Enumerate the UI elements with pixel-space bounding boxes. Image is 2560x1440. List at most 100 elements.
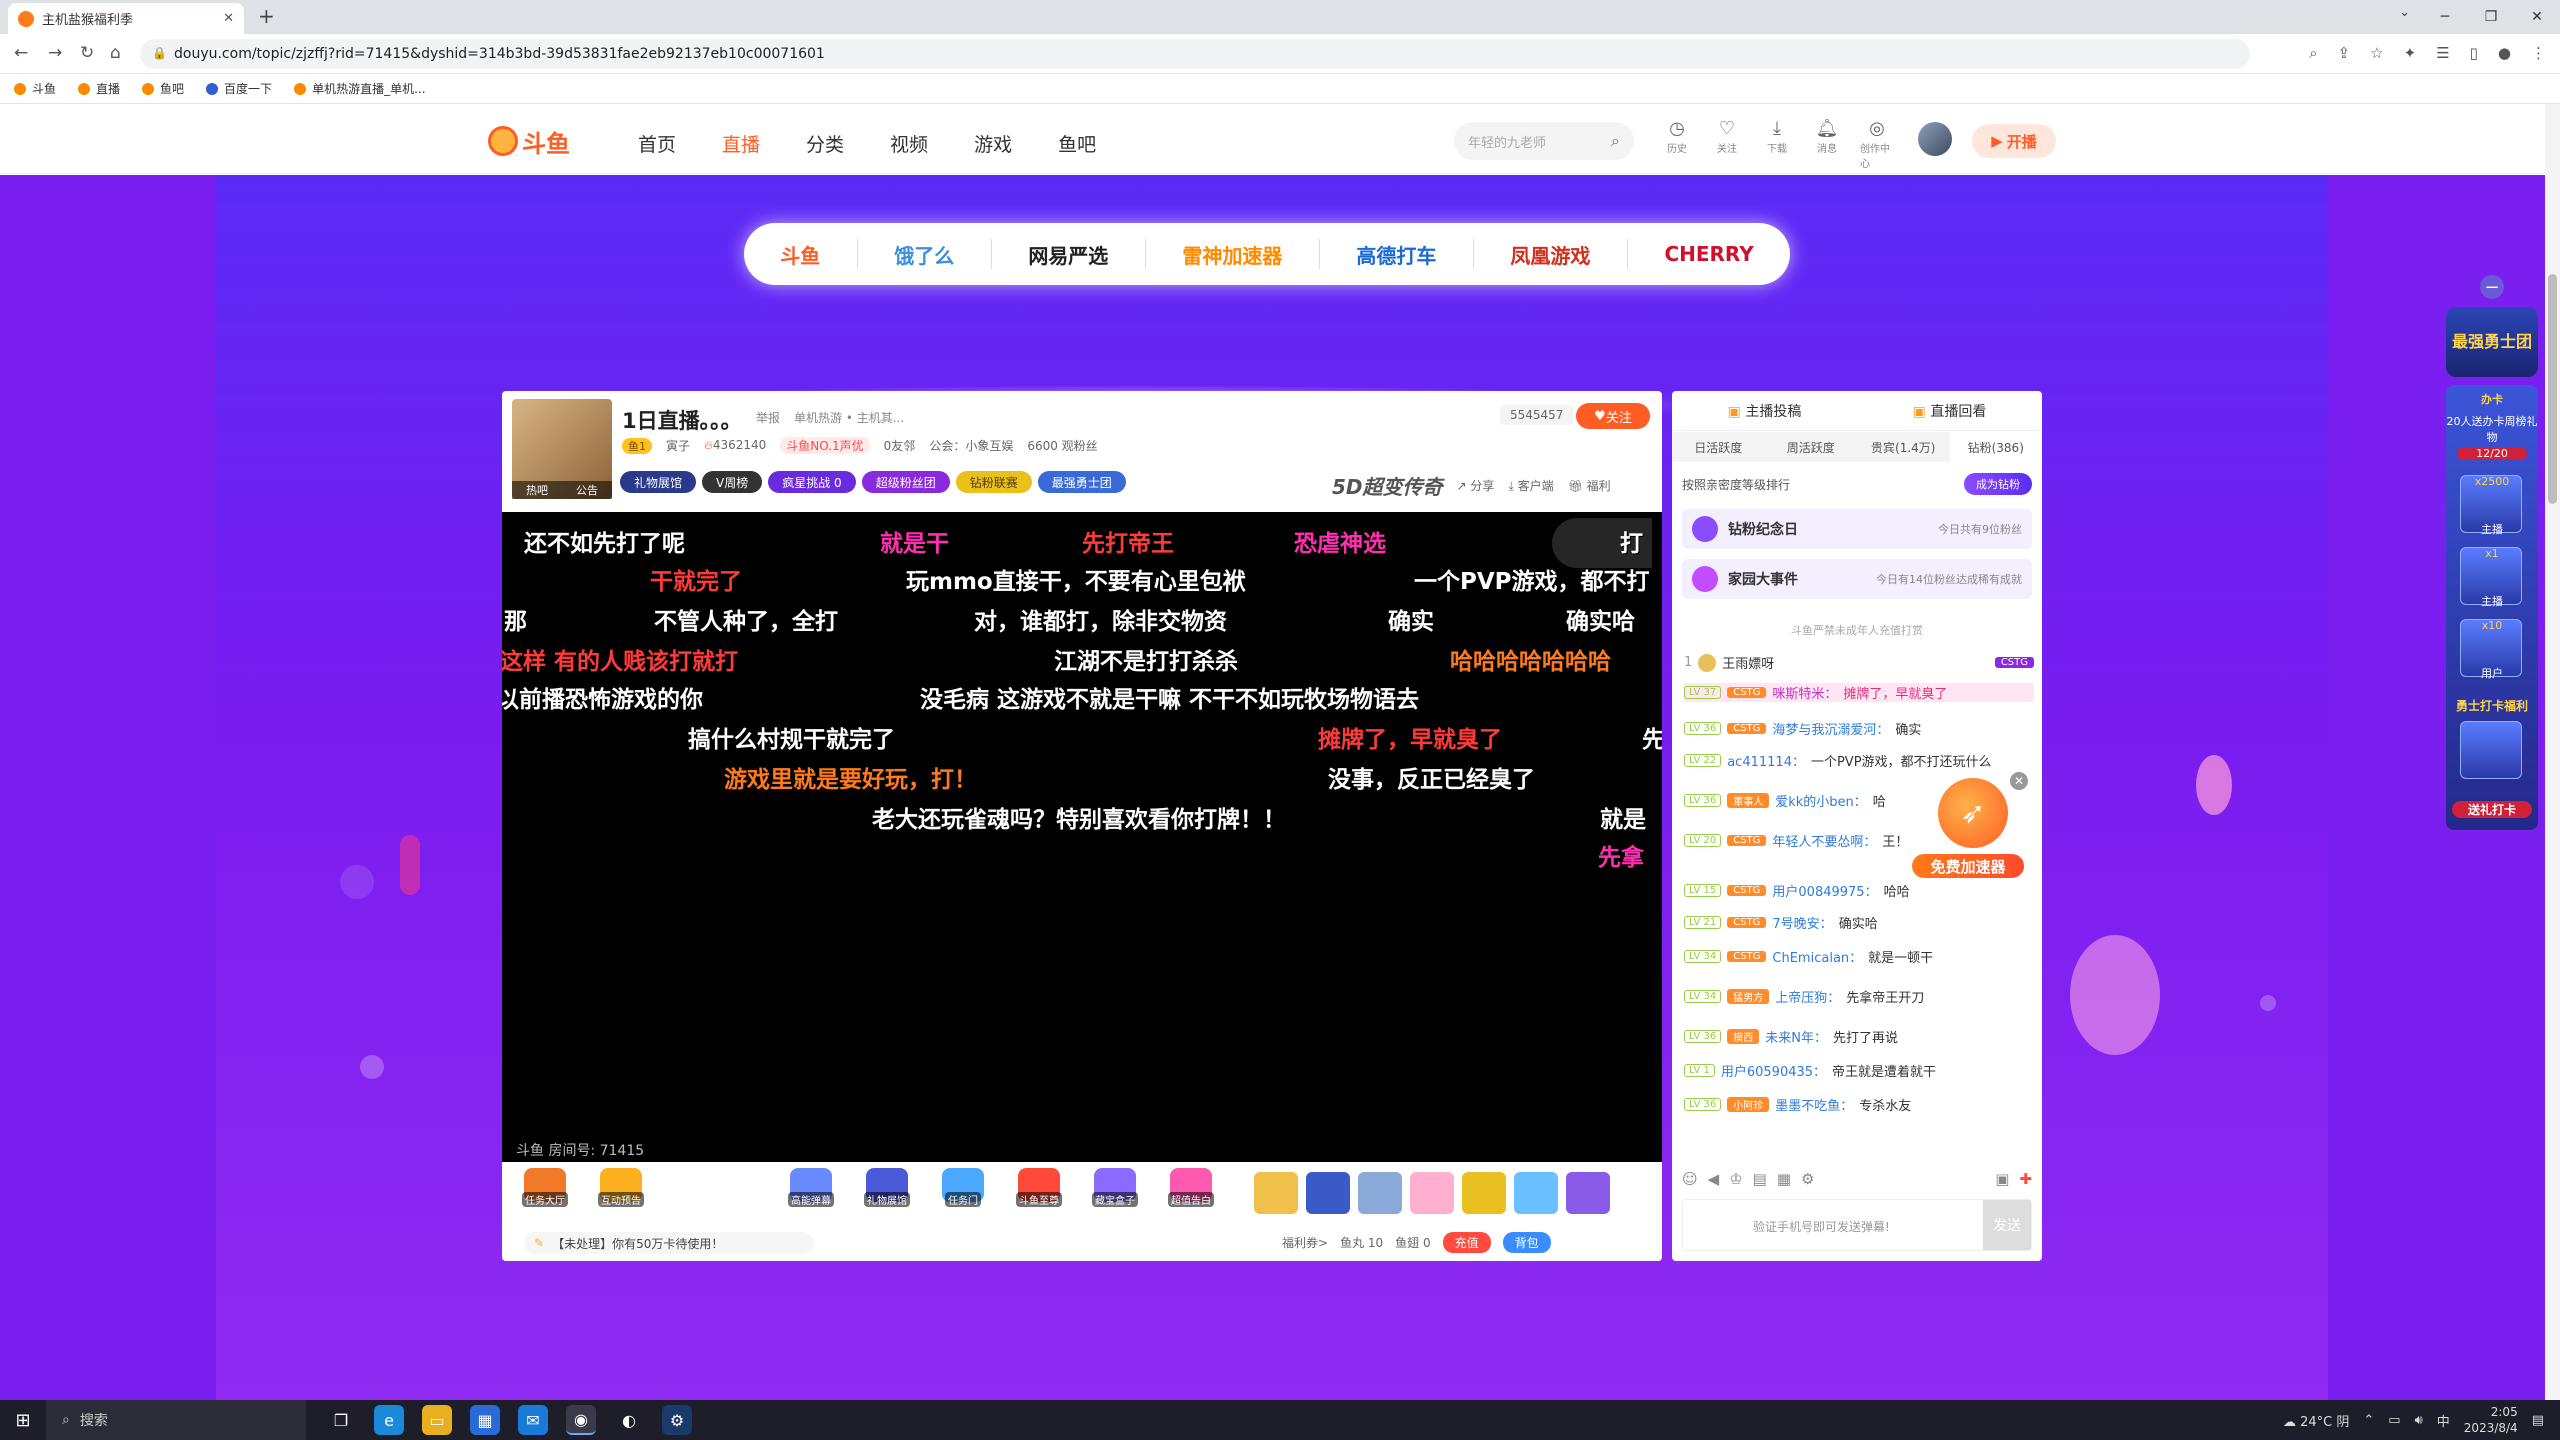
tab-weekly[interactable]: 周活跃度 <box>1765 432 1858 462</box>
chat-message[interactable]: LV 36 CSTG 海梦与我沉溺爱河： 确实 <box>1684 719 2034 738</box>
activity-panel[interactable]: 办卡 20人送办卡周榜礼物 12/20 x2500 主播 x1 主播 x10 用… <box>2446 385 2538 830</box>
pill-diamond-league[interactable]: 钻粉联赛 <box>955 471 1032 493</box>
network-icon[interactable]: ▭ <box>2388 1413 2400 1428</box>
chat-message[interactable]: LV 37 CSTG 咪斯特米： 摊牌了，早就臭了 <box>1684 683 2034 702</box>
notification-icon[interactable]: ▤ <box>2532 1413 2544 1428</box>
gift-feature-button[interactable]: 礼物展馆 <box>858 1168 916 1216</box>
warrior-group-badge[interactable]: 最强勇士团 <box>2446 307 2538 377</box>
sponsor-leishen[interactable]: 雷神加速器 <box>1182 240 1282 269</box>
chat-message[interactable]: LV 1 用户60590435： 帝王就是遭着就干 <box>1684 1061 2034 1080</box>
nav-video[interactable]: 视频 <box>890 130 928 157</box>
taskbar-search[interactable]: ⌕ 搜索 <box>46 1400 306 1440</box>
reload-icon[interactable]: ↻ <box>80 43 94 63</box>
backpack-button[interactable]: 背包 <box>1502 1232 1551 1253</box>
bookmark-item[interactable]: 百度一下 <box>206 80 272 97</box>
chat-message[interactable]: LV 21 CSTG 7号晚安： 确实哈 <box>1684 913 2034 932</box>
rank-badge[interactable]: 斗鱼NO.1声优 <box>780 437 870 454</box>
notice-bar[interactable]: ✎ 【未处理】你有50万卡待使用！ <box>524 1232 814 1254</box>
store-icon[interactable]: ▦ <box>470 1405 500 1435</box>
tab-diamond-fans[interactable]: 钻粉(386) <box>1949 432 2042 462</box>
red-packet-icon[interactable]: ✚ <box>2019 1170 2042 1188</box>
tab-vip[interactable]: 贵宾(1.4万) <box>1857 432 1950 462</box>
gift-feature-button[interactable]: 任务大厅 <box>516 1168 574 1216</box>
bookmark-star-icon[interactable]: ☆ <box>2370 44 2383 62</box>
welfare-coupon-link[interactable]: 福利券> <box>1282 1234 1328 1251</box>
sponsor-gaode[interactable]: 高德打车 <box>1356 240 1436 269</box>
start-icon[interactable]: ⊞ <box>0 1410 46 1431</box>
sponsor-cherry[interactable]: CHERRY <box>1664 242 1753 266</box>
pill-star-challenge[interactable]: 疯星挑战 0 <box>768 471 856 493</box>
fan-badge-icon[interactable]: ♔ <box>1729 1170 1742 1188</box>
chat-message[interactable]: LV 22 ac411114： 一个PVP游戏，都不打还玩什么 <box>1684 751 2034 770</box>
event-card-home[interactable]: 家园大事件 今日有14位粉丝达成稀有成就 <box>1682 559 2032 599</box>
bookmark-item[interactable]: 斗鱼 <box>14 80 56 97</box>
gift-item-icon[interactable] <box>1358 1172 1402 1214</box>
collapse-icon[interactable]: − <box>2480 275 2504 299</box>
gift-feature-button[interactable]: 高能弹幕 <box>782 1168 840 1216</box>
nav-category[interactable]: 分类 <box>806 130 844 157</box>
nav-live[interactable]: 直播 <box>722 130 760 157</box>
volume-icon[interactable]: 🔊︎ <box>2415 1413 2423 1428</box>
top-fan-row[interactable]: 1 王雨嫖呀 CSTG <box>1684 653 2034 672</box>
emoji-icon[interactable]: ☺ <box>1682 1170 1698 1188</box>
gift-item-icon[interactable] <box>1410 1172 1454 1214</box>
nav-games[interactable]: 游戏 <box>974 130 1012 157</box>
chat-message[interactable]: LV 36 摸西 未来N年： 先打了再说 <box>1684 1027 2034 1046</box>
menu-icon[interactable]: ⋮ <box>2531 44 2546 62</box>
tab-search-icon[interactable]: ⌄ <box>2399 5 2410 20</box>
follow-button[interactable]: ♥ 关注 <box>1576 403 1650 429</box>
chat-message[interactable]: LV 34 猛男方 上帝压狗： 先拿帝王开刀 <box>1684 987 2034 1006</box>
search-input[interactable]: 年轻的九老师 ⌕ <box>1454 122 1634 160</box>
chat-message[interactable]: LV 36 小阿珍 墨墨不吃鱼： 专杀水友 <box>1684 1095 2034 1114</box>
accelerator-widget[interactable]: ➶ 免费加速器 ✕ <box>1912 772 2028 882</box>
bookmark-item[interactable]: 单机热游直播_单机... <box>294 80 426 97</box>
horn-icon[interactable]: ◀ <box>1708 1170 1720 1188</box>
follow-button[interactable]: ♡ 关注 <box>1710 118 1744 170</box>
video-area[interactable]: 还不如先打了呢 就是干 先打帝王 恐虐神选 打干就完了 玩mmo直接干，不要有心里包袱 一个… <box>502 512 1662 1162</box>
pill-v-week[interactable]: V周榜 <box>702 471 763 493</box>
gift-feature-button[interactable]: 任务门 <box>934 1168 992 1216</box>
explorer-icon[interactable]: ▭ <box>422 1405 452 1435</box>
become-fan-button[interactable]: 成为钻粉 <box>1964 473 2032 495</box>
tab-daily[interactable]: 日活跃度 <box>1672 432 1765 462</box>
share-icon[interactable]: ⇪ <box>2338 44 2351 62</box>
forward-icon[interactable]: → <box>48 43 62 63</box>
gift-item-icon[interactable] <box>1462 1172 1506 1214</box>
image-icon[interactable]: ▣ <box>1995 1170 2009 1188</box>
creator-center-button[interactable]: ◎ 创作中心 <box>1860 118 1894 170</box>
gift-feature-button[interactable]: 斗鱼至尊 <box>1010 1168 1068 1216</box>
lock-icon[interactable]: 🔒 <box>152 46 167 60</box>
gift-card-icon[interactable]: ▤ <box>1753 1170 1767 1188</box>
union-name[interactable]: 公会：小象互娱 <box>929 437 1013 454</box>
history-button[interactable]: ◷ 历史 <box>1660 118 1694 170</box>
pill-super-fans[interactable]: 超级粉丝团 <box>861 471 950 493</box>
nav-home[interactable]: 首页 <box>638 130 676 157</box>
avatar-label[interactable]: 热吧 <box>526 482 548 498</box>
client-button[interactable]: ⤓ 客户端 <box>1508 477 1553 494</box>
gift-feature-button[interactable]: 互动预告 <box>592 1168 650 1216</box>
share-button[interactable]: ↗ 分享 <box>1457 477 1495 494</box>
steam-icon[interactable]: ⚙ <box>662 1405 692 1435</box>
bookmark-item[interactable]: 直播 <box>78 80 120 97</box>
weather-widget[interactable]: ☁ 24°C 阴 <box>2283 1411 2349 1430</box>
gift-item-icon[interactable] <box>1514 1172 1558 1214</box>
recharge-button[interactable]: 充值 <box>1442 1232 1491 1253</box>
search-icon[interactable]: ⌕ <box>1611 131 1620 151</box>
settings-icon[interactable]: ⚙ <box>1801 1170 1814 1188</box>
minimize-button[interactable]: ─ <box>2422 2 2468 32</box>
pill-gift-hall[interactable]: 礼物展馆 <box>620 471 697 493</box>
bookmark-item[interactable]: 鱼吧 <box>142 80 184 97</box>
chrome-icon[interactable]: ◉ <box>566 1405 596 1435</box>
pill-warrior-group[interactable]: 最强勇士团 <box>1037 471 1126 493</box>
url-field[interactable]: 🔒 douyu.com/topic/zjzffj?rid=71415&dyshi… <box>140 39 2250 69</box>
new-tab-button[interactable]: + <box>258 4 275 28</box>
sponsor-douyu[interactable]: 斗鱼 <box>780 240 820 269</box>
sidebar-icon[interactable]: ▯ <box>2470 44 2478 62</box>
ad-brand[interactable]: 5D超变传奇 <box>1332 471 1443 500</box>
home-icon[interactable]: ⌂ <box>110 43 121 63</box>
chat-input[interactable]: 验证手机号即可发送弹幕! 发送 <box>1682 1199 2032 1251</box>
extensions-icon[interactable]: ✦ <box>2404 44 2417 62</box>
task-view-icon[interactable]: ❐ <box>326 1405 356 1435</box>
close-window-button[interactable]: ✕ <box>2514 2 2560 32</box>
back-icon[interactable]: ← <box>14 43 28 63</box>
